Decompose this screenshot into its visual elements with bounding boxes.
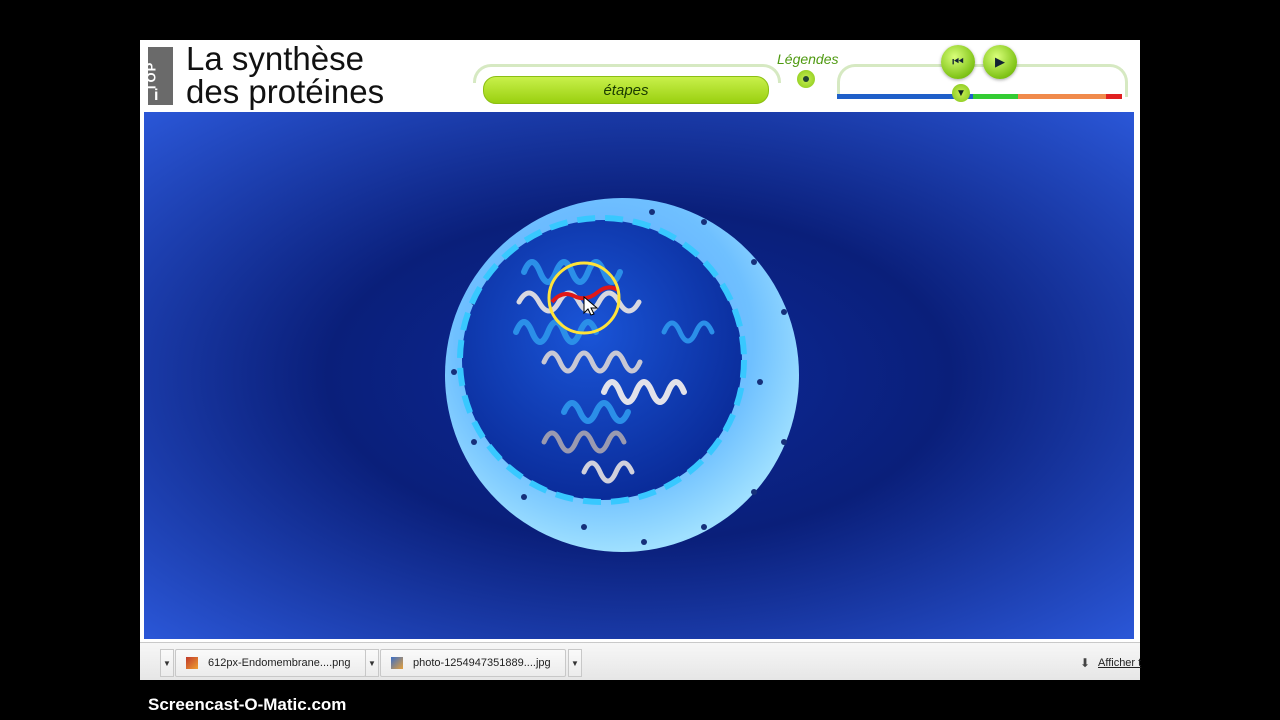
watermark: Screencast-O-Matic.com [148, 695, 347, 714]
cell-nucleus-illustration [144, 112, 1134, 639]
download-item-2-menu[interactable]: ▼ [568, 649, 582, 677]
header: TOP i La synthèse des protéines étapes L… [140, 40, 1140, 110]
legends-toggle[interactable] [797, 70, 815, 88]
legends-label: Légendes [777, 51, 839, 67]
rewind-button[interactable]: ⏮ [941, 45, 975, 79]
show-all-downloads-link[interactable]: Afficher t [1098, 657, 1141, 669]
download-item-2-label: photo-1254947351889....jpg [413, 657, 551, 669]
timeline-playhead[interactable]: ▼ [952, 84, 970, 102]
downloads-bar: ▼ 612px-Endomembrane....png ▼ photo-1254… [140, 642, 1141, 680]
jpg-file-icon [391, 657, 403, 669]
controls-frame [837, 64, 1128, 97]
download-item-1-menu[interactable]: ▼ [365, 649, 379, 677]
nucleoplasm [462, 220, 742, 500]
download-item-1-label: 612px-Endomembrane....png [208, 657, 351, 669]
steps-button[interactable]: étapes [483, 76, 769, 104]
timeline-bar[interactable] [837, 94, 1122, 99]
download-item-1[interactable]: 612px-Endomembrane....png [175, 649, 366, 677]
play-button[interactable]: ▶ [983, 45, 1017, 79]
download-arrow-icon: ⬇ [1080, 656, 1091, 670]
itop-logo: TOP i [143, 47, 173, 105]
downloads-dropdown-left[interactable]: ▼ [160, 649, 174, 677]
page-title-line1: La synthèse [186, 40, 364, 77]
app-window: TOP i La synthèse des protéines étapes L… [140, 40, 1141, 680]
png-file-icon [186, 657, 198, 669]
animation-stage[interactable] [144, 112, 1134, 639]
page-title-line2: des protéines [186, 73, 385, 110]
download-item-2[interactable]: photo-1254947351889....jpg [380, 649, 566, 677]
